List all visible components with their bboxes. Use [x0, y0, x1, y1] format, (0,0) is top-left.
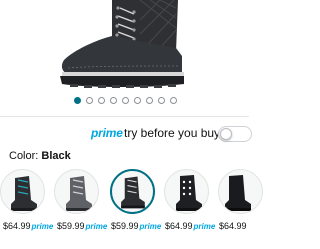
boot-thumbnail-icon — [225, 175, 251, 211]
pagination-dot[interactable] — [170, 97, 177, 104]
pagination-dot[interactable] — [86, 97, 93, 104]
pagination-dot[interactable] — [110, 97, 117, 104]
boot-thumbnail-icon — [11, 176, 37, 211]
color-selection-label: Color: Black — [9, 150, 71, 162]
boot-thumbnail-icon — [121, 176, 145, 209]
price-value: $64.99 — [3, 221, 31, 231]
price-value: $64.99 — [165, 221, 193, 231]
pagination-dot[interactable] — [134, 97, 141, 104]
image-pagination — [0, 97, 249, 107]
variant-price-4: $64.99prime — [165, 221, 215, 231]
product-image[interactable] — [0, 0, 249, 92]
pagination-dot[interactable] — [98, 97, 105, 104]
prime-badge: prime — [31, 222, 54, 231]
pagination-dot[interactable] — [146, 97, 153, 104]
prime-try-text: try before you buy — [124, 126, 221, 140]
color-swatch-1[interactable] — [0, 169, 45, 214]
variant-price-2: $59.99prime — [57, 221, 107, 231]
boot-illustration — [60, 0, 184, 88]
pagination-dot[interactable] — [122, 97, 129, 104]
prime-try-before-you-buy: prime try before you buy — [0, 124, 252, 144]
color-swatch-4[interactable] — [164, 169, 209, 214]
variant-price-5: $64.99 — [219, 221, 247, 231]
section-divider — [0, 116, 249, 117]
prime-badge: prime — [139, 222, 162, 231]
color-swatch-2[interactable] — [54, 169, 99, 214]
variant-price-1: $64.99prime — [3, 221, 53, 231]
prime-badge: prime — [85, 222, 108, 231]
toggle-knob — [220, 128, 232, 140]
prime-logo: prime — [91, 126, 123, 140]
color-swatch-3[interactable] — [110, 169, 155, 214]
variant-price-3: $59.99prime — [111, 221, 161, 231]
prime-badge: prime — [193, 222, 216, 231]
color-label-prefix: Color: — [9, 150, 39, 162]
prime-try-toggle[interactable] — [218, 126, 252, 142]
color-swatch-5[interactable] — [218, 169, 263, 214]
price-value: $64.99 — [219, 221, 247, 231]
price-value: $59.99 — [111, 221, 139, 231]
pagination-dot[interactable] — [74, 97, 81, 104]
boot-thumbnail-icon — [66, 176, 92, 211]
pagination-dot[interactable] — [158, 97, 165, 104]
selected-color-name: Black — [41, 150, 71, 162]
price-value: $59.99 — [57, 221, 85, 231]
boot-thumbnail-icon — [176, 175, 202, 211]
